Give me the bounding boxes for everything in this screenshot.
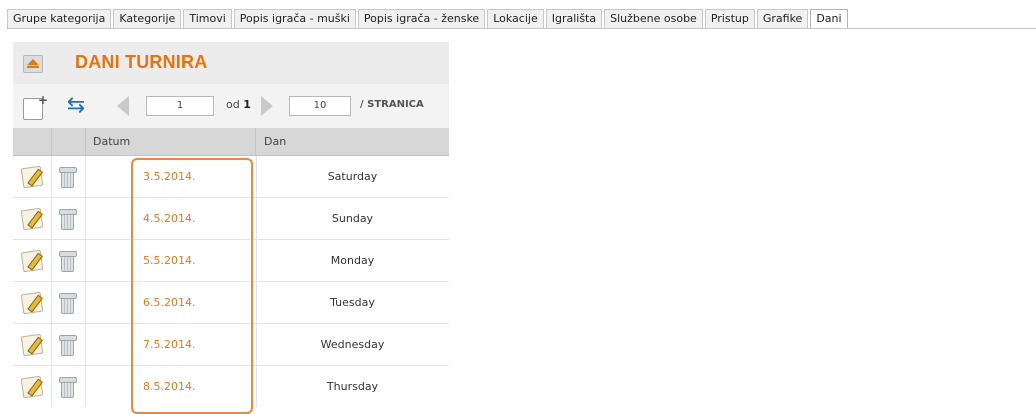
column-header-delete [51,128,86,155]
datum-cell: 3.5.2014. [85,156,257,197]
tab-bar-divider [7,28,1036,29]
collapse-up-icon[interactable] [23,55,43,73]
panel-header: DANI TURNIRA [13,42,449,84]
datum-cell: 8.5.2014. [85,366,257,407]
trash-icon[interactable] [59,377,77,398]
datum-cell: 7.5.2014. [85,324,257,365]
datum-cell: 5.5.2014. [85,240,257,281]
delete-cell [51,366,86,407]
page-total-label: od 1 [226,98,251,111]
dan-value: Sunday [331,212,374,225]
edit-cell [13,240,52,281]
od-label: od [226,98,240,111]
tab-timovi[interactable]: Timovi [183,9,232,28]
tab-lokacije[interactable]: Lokacije [487,9,544,28]
tab-dani[interactable]: Dani [810,9,848,29]
dan-value: Saturday [327,170,378,183]
dan-value: Wednesday [320,338,385,351]
dan-cell: Tuesday [256,282,449,323]
dan-cell: Saturday [256,156,449,197]
next-page-icon[interactable] [261,96,273,116]
dan-value: Monday [330,254,375,267]
trash-icon[interactable] [59,167,77,188]
edit-pencil-icon[interactable] [20,291,44,315]
tab-popis-igrača-muški[interactable]: Popis igrača - muški [233,9,356,28]
tab-službene-osobe[interactable]: Službene osobe [604,9,703,28]
table-row[interactable]: 7.5.2014. Wednesday [13,324,449,366]
edit-cell [13,198,52,239]
edit-pencil-icon[interactable] [20,207,44,231]
delete-cell [51,282,86,323]
column-header-edit [13,128,52,155]
delete-cell [51,240,86,281]
tab-igrališta[interactable]: Igrališta [545,9,603,28]
page-size-input[interactable]: 10 [289,96,351,116]
dan-value: Thursday [326,380,379,393]
dan-cell: Monday [256,240,449,281]
dan-cell: Wednesday [256,324,449,365]
table-row[interactable]: 3.5.2014. Saturday [13,156,449,198]
page-number-input[interactable]: 1 [146,96,214,116]
edit-pencil-icon[interactable] [20,165,44,189]
edit-pencil-icon[interactable] [20,249,44,273]
dan-cell: Thursday [256,366,449,407]
grid-toolbar: + ⇆ 1 od 1 10 / STRANICA [13,84,449,128]
trash-icon[interactable] [59,293,77,314]
grid-body: 3.5.2014. Saturday 4.5.2014. Sunday 5.5.2014… [13,156,449,407]
datum-value[interactable]: 7.5.2014. [143,324,195,365]
tab-grupe-kategorija[interactable]: Grupe kategorija [7,9,112,28]
dan-value: Tuesday [330,296,375,309]
datum-cell: 4.5.2014. [85,198,257,239]
datum-value[interactable]: 3.5.2014. [143,156,195,197]
tab-pristup[interactable]: Pristup [704,9,755,28]
edit-cell [13,324,52,365]
delete-cell [51,198,86,239]
edit-cell [13,366,52,407]
datum-value[interactable]: 5.5.2014. [143,240,195,281]
tab-popis-igrača-ženske[interactable]: Popis igrača - ženske [357,9,486,28]
prev-page-icon[interactable] [117,96,129,116]
grid-header: Datum Dan [13,128,449,156]
edit-cell [13,156,52,197]
trash-icon[interactable] [59,209,77,230]
datum-value[interactable]: 4.5.2014. [143,198,195,239]
refresh-icon[interactable]: ⇆ [63,93,89,119]
delete-cell [51,156,86,197]
table-row[interactable]: 4.5.2014. Sunday [13,198,449,240]
tab-grafike[interactable]: Grafike [756,9,809,28]
add-record-icon[interactable]: + [23,93,48,120]
tab-kategorije[interactable]: Kategorije [113,9,182,28]
table-row[interactable]: 6.5.2014. Tuesday [13,282,449,324]
days-grid: Datum Dan 3.5.2014. Saturday 4.5.2014. Sund… [13,128,449,407]
dani-turnira-panel: DANI TURNIRA + ⇆ 1 od 1 10 / STRANICA Da… [13,42,449,407]
tab-bar: Grupe kategorija Kategorije Timovi Popis ig… [7,9,850,29]
datum-cell: 6.5.2014. [85,282,257,323]
column-header-dan[interactable]: Dan [256,128,449,155]
total-pages: 1 [243,98,251,111]
trash-icon[interactable] [59,251,77,272]
trash-icon[interactable] [59,335,77,356]
table-row[interactable]: 8.5.2014. Thursday [13,366,449,407]
panel-title: DANI TURNIRA [75,52,208,72]
datum-value[interactable]: 6.5.2014. [143,282,195,323]
table-row[interactable]: 5.5.2014. Monday [13,240,449,282]
page-size-label: / STRANICA [360,99,424,110]
edit-pencil-icon[interactable] [20,333,44,357]
delete-cell [51,324,86,365]
edit-pencil-icon[interactable] [20,375,44,399]
edit-cell [13,282,52,323]
datum-value[interactable]: 8.5.2014. [143,366,195,407]
dan-cell: Sunday [256,198,449,239]
column-header-datum[interactable]: Datum [85,128,256,155]
